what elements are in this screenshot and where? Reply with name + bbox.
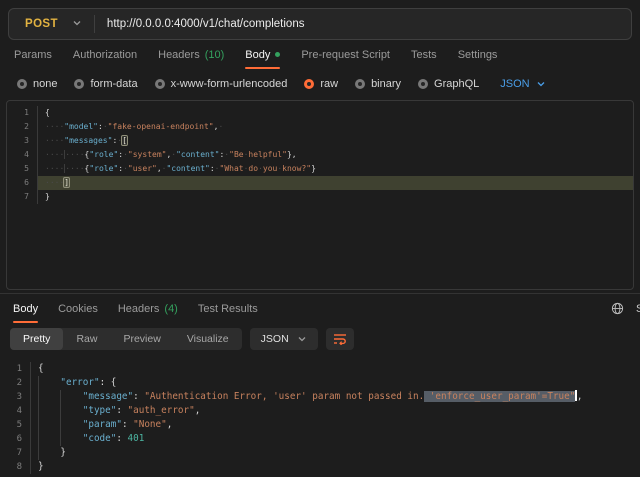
request-body-editor[interactable]: 1{2····"model":·"fake-openai-endpoint",·…: [6, 100, 634, 290]
tab-headers[interactable]: Headers(10): [158, 40, 224, 70]
chevron-down-icon: [297, 334, 307, 344]
view-raw[interactable]: Raw: [63, 328, 110, 350]
globe-icon[interactable]: [611, 302, 624, 318]
wrap-lines-icon: [333, 333, 347, 345]
tab-settings[interactable]: Settings: [458, 40, 498, 70]
code-line[interactable]: 3····"messages":·[: [7, 134, 633, 148]
request-editor-code[interactable]: 1{2····"model":·"fake-openai-endpoint",·…: [7, 106, 633, 204]
code-line[interactable]: 4········{"role":·"system",·"content":·"…: [7, 148, 633, 162]
tab-body[interactable]: Body: [245, 40, 280, 70]
line-number: 3: [7, 134, 37, 148]
radio-icon: [355, 79, 365, 89]
response-section: Body Cookies Headers(4) Test Results St …: [0, 293, 640, 474]
line-number: 1: [7, 106, 37, 120]
wrap-lines-button[interactable]: [326, 328, 354, 350]
method-selector[interactable]: POST: [9, 18, 72, 30]
tab-authorization[interactable]: Authorization: [73, 40, 137, 70]
url-bar: POST http://0.0.0.0:4000/v1/chat/complet…: [8, 8, 632, 40]
body-modified-dot-icon: [275, 52, 280, 57]
response-tabs: Body Cookies Headers(4) Test Results St: [0, 294, 640, 324]
tab-pre-request-script[interactable]: Pre-request Script: [301, 40, 390, 70]
line-number: 7: [7, 190, 37, 204]
code-line[interactable]: 6"code": 401: [0, 432, 640, 446]
request-tabs: Params Authorization Headers(10) Body Pr…: [0, 40, 640, 70]
code-line[interactable]: 2"error": {: [0, 376, 640, 390]
response-tab-body[interactable]: Body: [13, 294, 38, 324]
response-tab-headers[interactable]: Headers(4): [118, 294, 178, 324]
body-mode-row: none form-data x-www-form-urlencoded raw…: [0, 70, 640, 98]
response-language-selector[interactable]: JSON: [250, 328, 318, 350]
active-tab-underline: [245, 67, 280, 69]
view-pretty[interactable]: Pretty: [10, 328, 63, 350]
code-line[interactable]: 8}: [0, 460, 640, 474]
code-line[interactable]: 5········{"role":·"user",·"content":·"Wh…: [7, 162, 633, 176]
url-input[interactable]: http://0.0.0.0:4000/v1/chat/completions: [107, 18, 305, 30]
code-line[interactable]: 3"message": "Authentication Error, 'user…: [0, 390, 640, 404]
mode-binary[interactable]: binary: [355, 78, 401, 90]
code-line[interactable]: 2····"model":·"fake-openai-endpoint",·: [7, 120, 633, 134]
headers-count-badge: (10): [205, 49, 225, 61]
view-visualize[interactable]: Visualize: [174, 328, 242, 350]
line-number: 3: [0, 390, 30, 404]
line-number: 5: [0, 418, 30, 432]
line-number: 6: [7, 176, 37, 190]
mode-graphql[interactable]: GraphQL: [418, 78, 479, 90]
status-label-clipped: St: [636, 303, 640, 315]
tab-tests[interactable]: Tests: [411, 40, 437, 70]
radio-icon: [155, 79, 165, 89]
response-tab-test-results[interactable]: Test Results: [198, 294, 258, 324]
view-preview[interactable]: Preview: [110, 328, 173, 350]
line-number: 8: [0, 460, 30, 474]
radio-icon: [17, 79, 27, 89]
line-number: 2: [7, 120, 37, 134]
code-line[interactable]: 1{: [0, 362, 640, 376]
line-number: 7: [0, 446, 30, 460]
response-editor-code[interactable]: 1{2"error": {3"message": "Authentication…: [0, 362, 640, 474]
line-number: 4: [0, 404, 30, 418]
code-line[interactable]: 6····]: [7, 176, 633, 190]
mode-form-data[interactable]: form-data: [74, 78, 137, 90]
mode-none[interactable]: none: [17, 78, 57, 90]
code-line[interactable]: 7}: [0, 446, 640, 460]
raw-language-selector[interactable]: JSON: [500, 78, 545, 90]
code-line[interactable]: 5"param": "None",: [0, 418, 640, 432]
chevron-down-icon: [536, 79, 546, 89]
response-tab-cookies[interactable]: Cookies: [58, 294, 98, 324]
mode-x-www-form-urlencoded[interactable]: x-www-form-urlencoded: [155, 78, 288, 90]
line-number: 5: [7, 162, 37, 176]
view-switcher: Pretty Raw Preview Visualize: [10, 328, 242, 350]
response-body-viewer[interactable]: 1{2"error": {3"message": "Authentication…: [0, 354, 640, 474]
code-line[interactable]: 1{: [7, 106, 633, 120]
line-number: 6: [0, 432, 30, 446]
response-toolbar: Pretty Raw Preview Visualize JSON: [0, 324, 640, 354]
tab-params[interactable]: Params: [14, 40, 52, 70]
chevron-down-icon[interactable]: [72, 15, 82, 33]
postman-app: { "request": { "method": "POST", "url": …: [0, 8, 640, 477]
radio-icon: [74, 79, 84, 89]
radio-icon: [418, 79, 428, 89]
line-number: 4: [7, 148, 37, 162]
mode-raw[interactable]: raw: [304, 78, 338, 90]
active-tab-underline: [13, 321, 38, 323]
code-line[interactable]: 4"type": "auth_error",: [0, 404, 640, 418]
code-line[interactable]: 7}: [7, 190, 633, 204]
line-number: 2: [0, 376, 30, 390]
divider: [94, 15, 95, 33]
response-headers-count-badge: (4): [164, 303, 177, 315]
line-number: 1: [0, 362, 30, 376]
radio-selected-icon: [304, 79, 314, 89]
